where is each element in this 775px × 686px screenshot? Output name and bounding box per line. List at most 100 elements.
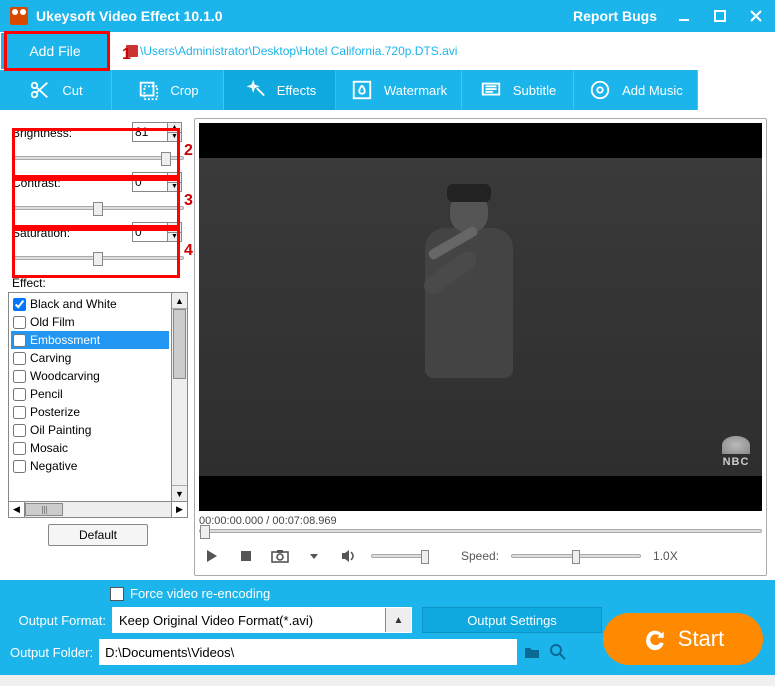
snapshot-menu-button[interactable] (303, 545, 325, 567)
effect-checkbox[interactable] (13, 370, 26, 383)
spin-down-icon[interactable]: ▼ (168, 233, 181, 242)
vertical-scrollbar[interactable]: ▲ ▼ (171, 293, 187, 501)
saturation-input[interactable] (133, 223, 167, 241)
slider-thumb[interactable] (161, 152, 171, 166)
crop-icon (136, 78, 160, 102)
spin-up-icon[interactable]: ▲ (168, 123, 181, 133)
seek-slider[interactable] (199, 529, 762, 533)
preview-panel: NBC 00:00:00.000 / 00:07:08.969 Speed: 1… (194, 118, 767, 576)
open-folder-button[interactable] (523, 643, 541, 661)
slider-thumb[interactable] (93, 202, 103, 216)
effect-name: Pencil (30, 387, 63, 401)
droplet-icon (350, 78, 374, 102)
output-format-value[interactable] (113, 608, 385, 632)
tab-add-music[interactable]: Add Music (574, 70, 698, 110)
contrast-slider[interactable] (12, 206, 184, 210)
effect-checkbox[interactable] (13, 424, 26, 437)
effect-name: Black and White (30, 297, 117, 311)
speed-slider[interactable] (511, 554, 641, 558)
effect-item[interactable]: Woodcarving (11, 367, 169, 385)
effect-checkbox[interactable] (13, 298, 26, 311)
scissors-icon (28, 78, 52, 102)
saturation-label: Saturation: (12, 226, 70, 240)
scroll-left-icon[interactable]: ◀ (9, 502, 25, 517)
spin-up-icon[interactable]: ▲ (168, 223, 181, 233)
tab-cut[interactable]: Cut (0, 70, 112, 110)
volume-slider[interactable] (371, 554, 427, 558)
effect-item[interactable]: Oil Painting (11, 421, 169, 439)
effect-checkbox[interactable] (13, 316, 26, 329)
brightness-slider[interactable] (12, 156, 184, 160)
horizontal-scrollbar[interactable]: ◀ ▶ (8, 502, 188, 518)
scroll-down-icon[interactable]: ▼ (172, 485, 187, 501)
slider-thumb[interactable] (93, 252, 103, 266)
speed-thumb[interactable] (572, 550, 580, 564)
force-reencoding-checkbox[interactable] (110, 587, 124, 601)
spin-down-icon[interactable]: ▼ (168, 133, 181, 142)
report-bugs-link[interactable]: Report Bugs (573, 8, 657, 24)
play-button[interactable] (201, 545, 223, 567)
contrast-input[interactable] (133, 173, 167, 191)
effect-name: Negative (30, 459, 77, 473)
snapshot-button[interactable] (269, 545, 291, 567)
effect-item[interactable]: Black and White (11, 295, 169, 313)
effect-checkbox[interactable] (13, 352, 26, 365)
scroll-thumb[interactable] (25, 503, 63, 516)
start-button[interactable]: Start (603, 613, 763, 665)
effect-item[interactable]: Negative (11, 457, 169, 475)
contrast-control: Contrast: ▲▼ (8, 168, 188, 218)
effect-checkbox[interactable] (13, 460, 26, 473)
output-format-label: Output Format: (10, 613, 106, 628)
music-disc-icon (588, 78, 612, 102)
output-folder-input[interactable] (99, 639, 517, 665)
saturation-control: Saturation: ▲▼ (8, 218, 188, 268)
effect-checkbox[interactable] (13, 388, 26, 401)
annotation-number-2: 2 (184, 142, 193, 160)
brightness-input[interactable] (133, 123, 167, 141)
effect-list[interactable]: Black and White Old FilmEmbossment Carving… (9, 293, 171, 501)
effect-item[interactable]: Pencil (11, 385, 169, 403)
effect-item[interactable]: Embossment (11, 331, 169, 349)
effect-name: Posterize (30, 405, 80, 419)
seek-thumb[interactable] (200, 525, 210, 539)
annotation-number-3: 3 (184, 192, 193, 210)
tab-crop[interactable]: Crop (112, 70, 224, 110)
tab-subtitle[interactable]: Subtitle (462, 70, 574, 110)
add-file-button[interactable]: Add File (1, 33, 109, 69)
effect-name: Carving (30, 351, 71, 365)
output-format-combo[interactable]: ▲ (112, 607, 412, 633)
effect-checkbox[interactable] (13, 442, 26, 455)
effect-checkbox[interactable] (13, 334, 26, 347)
add-file-row: Add File \Users\Administrator\Desktop\Ho… (0, 32, 775, 70)
video-preview: NBC (199, 123, 762, 511)
spin-up-icon[interactable]: ▲ (168, 173, 181, 183)
effect-item[interactable]: Old Film (11, 313, 169, 331)
tab-effects[interactable]: Effects (224, 70, 336, 110)
default-button[interactable]: Default (48, 524, 148, 546)
effect-item[interactable]: Carving (11, 349, 169, 367)
output-folder-label: Output Folder: (10, 645, 93, 660)
scroll-right-icon[interactable]: ▶ (171, 502, 187, 517)
saturation-slider[interactable] (12, 256, 184, 260)
timecode: 00:00:00.000 / 00:07:08.969 (199, 515, 762, 527)
peacock-icon (722, 436, 750, 454)
stop-button[interactable] (235, 545, 257, 567)
effect-checkbox[interactable] (13, 406, 26, 419)
spin-down-icon[interactable]: ▼ (168, 183, 181, 192)
scroll-thumb[interactable] (173, 309, 186, 379)
effect-item[interactable]: Posterize (11, 403, 169, 421)
output-settings-button[interactable]: Output Settings (422, 607, 602, 633)
close-button[interactable] (747, 7, 765, 25)
effect-item[interactable]: Mosaic (11, 439, 169, 457)
dropdown-icon[interactable]: ▲ (385, 608, 411, 632)
browse-button[interactable] (549, 643, 567, 661)
maximize-button[interactable] (711, 7, 729, 25)
volume-thumb[interactable] (421, 550, 429, 564)
effect-name: Woodcarving (30, 369, 100, 383)
scroll-up-icon[interactable]: ▲ (172, 293, 187, 309)
app-title: Ukeysoft Video Effect 10.1.0 (36, 8, 222, 24)
tab-watermark[interactable]: Watermark (336, 70, 462, 110)
effects-panel: Brightness: ▲▼ Contrast: ▲▼ Saturation: … (8, 118, 188, 576)
volume-button[interactable] (337, 545, 359, 567)
minimize-button[interactable] (675, 7, 693, 25)
